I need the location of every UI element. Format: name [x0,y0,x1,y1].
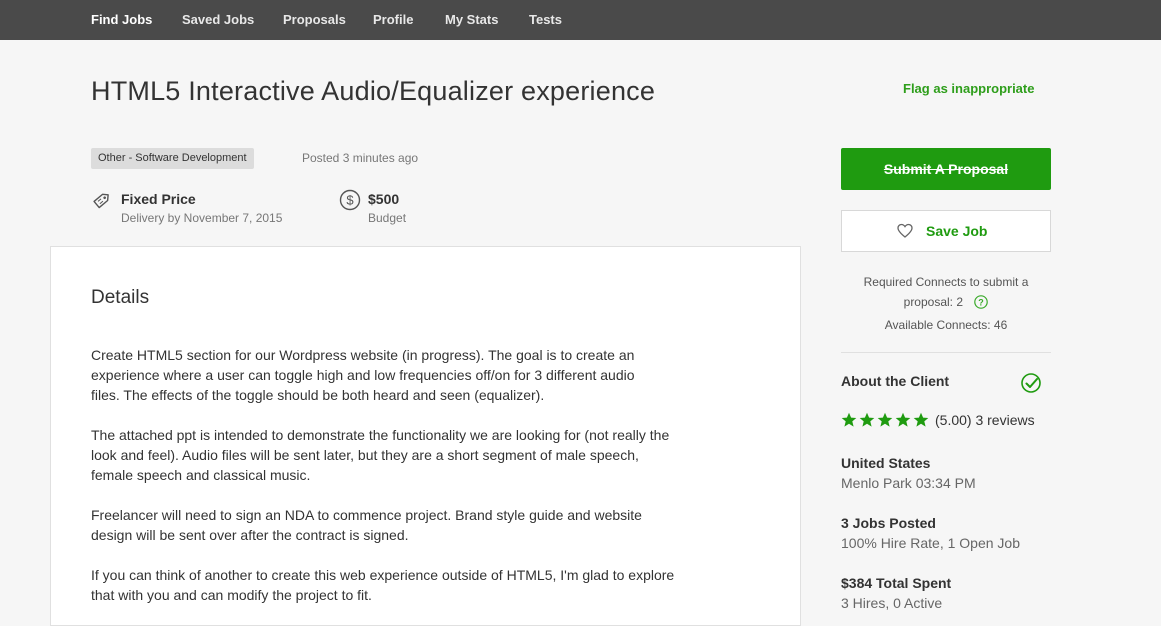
nav-item-tests[interactable]: Tests [529,12,562,27]
nav-item-proposals[interactable]: Proposals [283,12,346,27]
client-country: United States [841,455,931,471]
top-navigation: Find Jobs Saved Jobs Proposals Profile M… [0,0,1161,40]
connects-info: Required Connects to submit a proposal: … [841,272,1051,335]
nav-item-my-stats[interactable]: My Stats [445,12,498,27]
flag-inappropriate-link[interactable]: Flag as inappropriate [903,81,1034,96]
client-hire-rate: 100% Hire Rate, 1 Open Job [841,535,1020,551]
client-hires: 3 Hires, 0 Active [841,595,943,611]
details-paragraph: If you can think of another to create th… [91,567,675,603]
star-icon [877,412,893,427]
required-connects: Required Connects to submit a proposal: … [841,272,1051,315]
details-paragraph: The attached ppt is intended to demonstr… [91,427,670,483]
nav-item-profile[interactable]: Profile [373,12,413,27]
about-client-heading: About the Client [841,373,950,389]
delivery-date: Delivery by November 7, 2015 [121,211,283,225]
budget-label: Budget [368,211,407,225]
price-tag-icon [91,189,113,216]
svg-text:?: ? [979,298,985,308]
available-connects: Available Connects: 46 [884,318,1008,332]
heart-icon [897,223,913,244]
dollar-circle-icon: $ [339,189,361,216]
posted-time: Posted 3 minutes ago [302,151,419,165]
details-card: Details Create HTML5 section for our Wor… [50,246,801,626]
nav-item-saved-jobs[interactable]: Saved Jobs [182,12,254,27]
client-star-rating [841,412,931,430]
price-type: Fixed Price [121,191,196,207]
submit-proposal-button[interactable]: Submit A Proposal [841,148,1051,190]
budget-value: $500 [368,191,400,207]
details-heading: Details [91,287,150,308]
job-title: HTML5 Interactive Audio/Equalizer experi… [91,76,656,106]
save-job-button[interactable]: Save Job [841,210,1051,252]
client-city-time: Menlo Park 03:34 PM [841,475,976,491]
verified-check-icon [1020,372,1042,399]
details-paragraph: Freelancer will need to sign an NDA to c… [91,507,642,543]
save-job-label: Save Job [926,223,988,239]
nav-item-find-jobs[interactable]: Find Jobs [91,12,152,27]
svg-text:$: $ [346,193,354,208]
star-icon [913,412,929,427]
client-rating-text: (5.00) 3 reviews [935,412,1035,428]
star-icon [895,412,911,427]
question-circle-icon[interactable]: ? [974,295,989,315]
details-paragraph: Create HTML5 section for our Wordpress w… [91,347,635,403]
client-jobs-posted: 3 Jobs Posted [841,515,936,531]
sidebar-divider [841,352,1051,353]
category-badge[interactable]: Other - Software Development [91,148,254,169]
star-icon [841,412,857,427]
star-icon [859,412,875,427]
client-total-spent: $384 Total Spent [841,575,952,591]
